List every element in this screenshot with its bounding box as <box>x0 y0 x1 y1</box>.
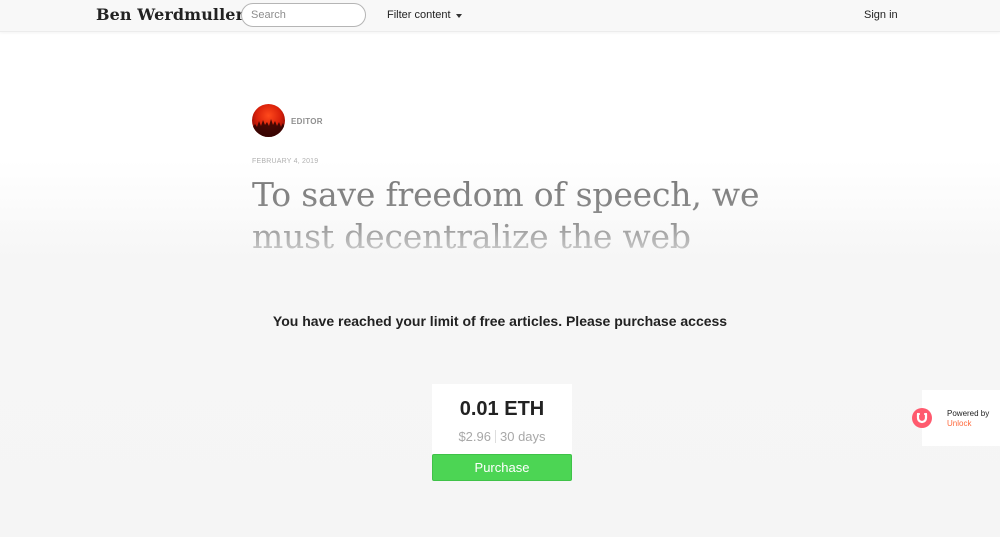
search-input[interactable] <box>241 3 366 27</box>
caret-down-icon <box>455 13 462 18</box>
navbar: Ben Werdmuller Filter content Sign in <box>0 0 1000 32</box>
price-details: $2.96 30 days <box>432 429 572 444</box>
article-title: To save freedom of speech, we must decen… <box>252 175 760 256</box>
unlock-brand-link[interactable]: Unlock <box>947 419 971 428</box>
sign-in-link[interactable]: Sign in <box>864 9 898 21</box>
filter-content-label: Filter content <box>387 9 451 21</box>
divider <box>495 430 496 443</box>
eth-price: 0.01 ETH <box>459 398 545 420</box>
powered-by-label: Powered by <box>947 409 990 418</box>
price-card: 0.01 ETH $2.96 30 days <box>432 384 572 454</box>
author-avatar[interactable] <box>252 104 285 137</box>
unlock-logo-icon <box>912 408 932 428</box>
paywall-message: You have reached your limit of free arti… <box>272 313 728 329</box>
powered-by-badge[interactable] <box>922 390 1000 446</box>
filter-content-dropdown[interactable]: Filter content <box>387 9 462 21</box>
article-date: FEBRUARY 4, 2019 <box>252 158 319 165</box>
author-role: EDITOR <box>291 117 323 126</box>
site-brand[interactable]: Ben Werdmuller <box>96 5 244 24</box>
fiat-price: $2.96 <box>458 429 491 444</box>
access-duration: 30 days <box>500 429 546 444</box>
purchase-button[interactable]: Purchase <box>432 454 572 481</box>
